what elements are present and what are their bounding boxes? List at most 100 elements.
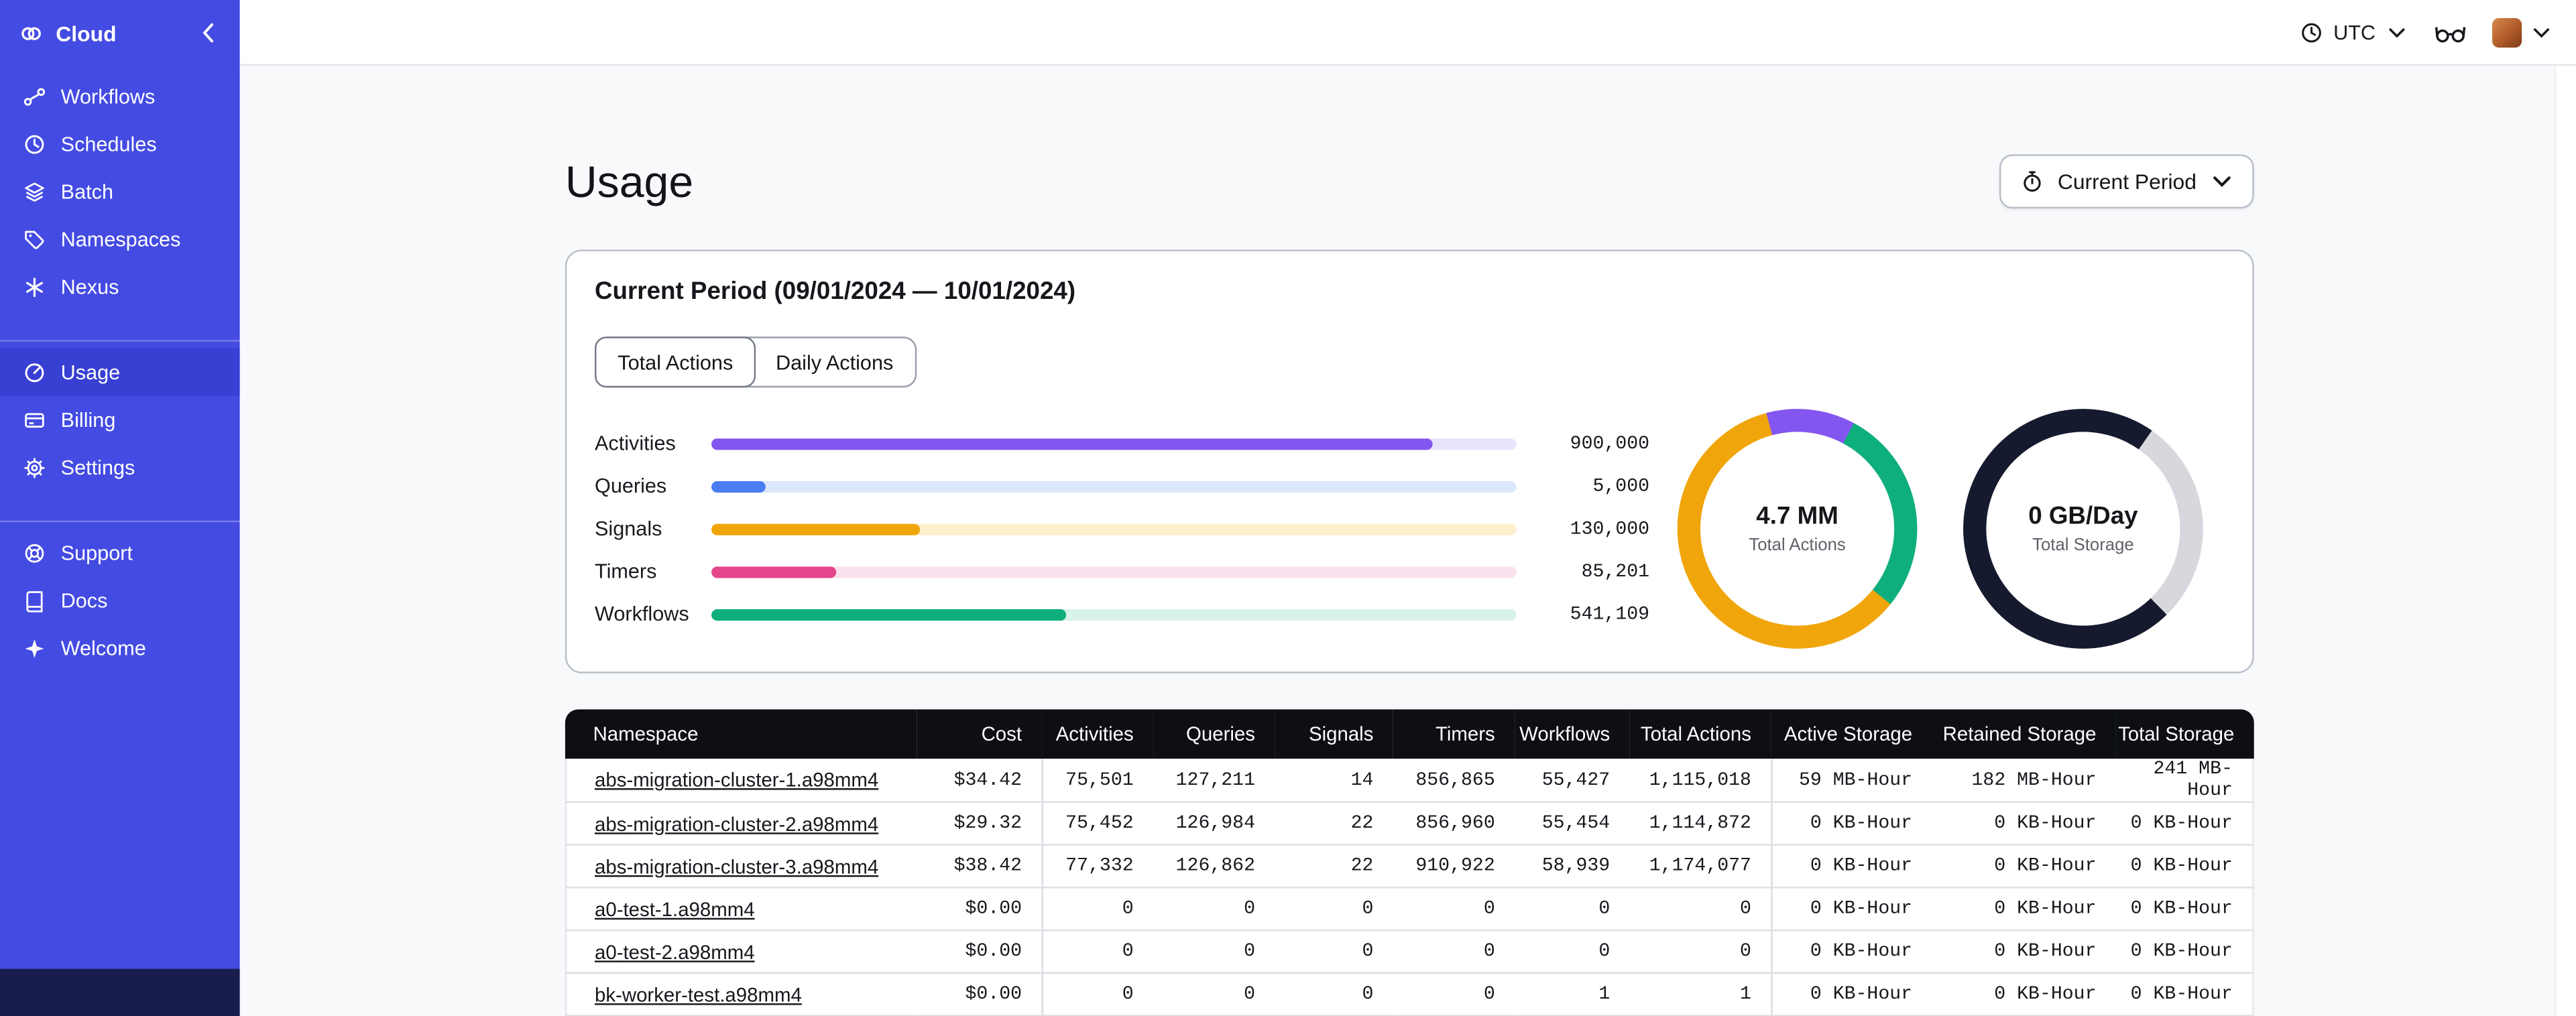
sidebar-item-label: Schedules — [60, 132, 157, 155]
sidebar-item-usage[interactable]: Usage — [0, 348, 240, 396]
clock-icon — [2300, 21, 2323, 44]
cell-total-storage: 0 KB-Hour — [2115, 803, 2254, 846]
col-total-actions: Total Actions — [1629, 709, 1771, 759]
cell-active-storage: 0 KB-Hour — [1771, 974, 1932, 1016]
bar-fill-workflows — [711, 608, 1066, 620]
col-total-storage: Total Storage — [2115, 709, 2254, 759]
bar-fill-queries — [711, 480, 766, 492]
sidebar-item-welcome[interactable]: Welcome — [0, 624, 240, 672]
bar-label: Activities — [594, 432, 676, 455]
tab-daily-actions[interactable]: Daily Actions — [754, 338, 915, 386]
cell-activities: 0 — [1041, 974, 1154, 1016]
support-lifebuoy-icon — [23, 541, 46, 564]
timezone-selector[interactable]: UTC — [2300, 21, 2408, 44]
settings-gear-icon — [23, 456, 46, 479]
sidebar-item-docs[interactable]: Docs — [0, 576, 240, 624]
bar-value: 900,000 — [1570, 432, 1650, 454]
cell-workflows: 58,939 — [1515, 845, 1630, 889]
period-selector-label: Current Period — [2057, 169, 2197, 194]
table-header-row: Namespace Cost Activities Queries Signal… — [565, 709, 2254, 759]
sidebar-item-support[interactable]: Support — [0, 529, 240, 576]
nexus-asterisk-icon — [23, 275, 46, 298]
cell-queries: 126,984 — [1153, 803, 1275, 846]
usage-gauge-icon — [23, 361, 46, 383]
tab-total-actions[interactable]: Total Actions — [594, 336, 756, 388]
cell-timers: 0 — [1393, 888, 1515, 932]
cell-total-actions: 0 — [1629, 888, 1771, 932]
actions-tab-group: Total Actions Daily Actions — [594, 336, 917, 388]
avatar — [2492, 17, 2522, 47]
sidebar-item-namespaces[interactable]: Namespaces — [0, 215, 240, 263]
stopwatch-icon — [2022, 170, 2044, 193]
current-period-card: Current Period (09/01/2024 — 10/01/2024)… — [565, 249, 2254, 674]
namespace-link[interactable]: bk-worker-test.a98mm4 — [595, 982, 802, 1005]
sidebar-item-batch[interactable]: Batch — [0, 168, 240, 215]
donut-value: 4.7 MM — [1756, 502, 1838, 531]
cell-total-actions: 1,115,018 — [1629, 759, 1771, 804]
cell-retained-storage: 0 KB-Hour — [1932, 888, 2116, 932]
cell-queries: 126,862 — [1153, 845, 1275, 889]
cell-activities: 77,332 — [1041, 845, 1154, 889]
glasses-icon[interactable] — [2435, 21, 2466, 44]
period-selector-button[interactable]: Current Period — [2000, 154, 2254, 209]
cell-active-storage: 0 KB-Hour — [1771, 888, 1932, 932]
actions-bar-chart: Activities 900,000 Queries 5,000 Signals… — [595, 422, 1649, 636]
sidebar-footer[interactable] — [0, 968, 240, 1016]
sidebar-item-label: Workflows — [60, 84, 156, 108]
chevron-down-icon — [2386, 21, 2408, 44]
timezone-label: UTC — [2333, 20, 2376, 44]
chevron-down-icon — [2530, 21, 2553, 44]
sidebar-item-settings[interactable]: Settings — [0, 444, 240, 491]
table-row: a0-test-1.a98mm4 $0.00 0 0 0 0 0 0 0 KB-… — [565, 888, 2254, 932]
bar-value: 5,000 — [1592, 475, 1650, 497]
bar-label: Workflows — [594, 602, 689, 626]
cell-workflows: 55,454 — [1515, 803, 1630, 846]
bar-track — [711, 480, 1517, 492]
namespace-link[interactable]: abs-migration-cluster-1.a98mm4 — [595, 769, 878, 791]
docs-book-icon — [23, 588, 46, 612]
sidebar-item-label: Batch — [60, 180, 113, 203]
namespace-link[interactable]: abs-migration-cluster-2.a98mm4 — [595, 812, 878, 835]
user-menu[interactable] — [2492, 17, 2553, 47]
cell-total-storage: 0 KB-Hour — [2115, 888, 2254, 932]
cell-total-actions: 1,114,872 — [1629, 803, 1771, 846]
cell-total-storage: 0 KB-Hour — [2115, 974, 2254, 1016]
sidebar-item-label: Billing — [60, 407, 116, 432]
cell-retained-storage: 0 KB-Hour — [1932, 974, 2116, 1016]
sidebar-item-label: Settings — [60, 455, 135, 479]
col-active-storage: Active Storage — [1771, 709, 1932, 759]
bar-track — [711, 523, 1517, 535]
scrollbar-gutter[interactable] — [2555, 66, 2576, 1016]
cell-workflows: 1 — [1515, 974, 1630, 1016]
namespace-usage-table: Namespace Cost Activities Queries Signal… — [565, 709, 2254, 1016]
sidebar-item-workflows[interactable]: Workflows — [0, 72, 240, 120]
cell-timers: 0 — [1393, 974, 1515, 1016]
sidebar-item-billing[interactable]: Billing — [0, 396, 240, 444]
batch-layers-icon — [23, 180, 46, 202]
donut-label: Total Actions — [1749, 535, 1846, 556]
bar-fill-activities — [711, 437, 1432, 450]
sidebar-item-label: Welcome — [60, 636, 146, 659]
sidebar-item-label: Usage — [60, 360, 121, 384]
table-row: abs-migration-cluster-1.a98mm4 $34.42 75… — [565, 759, 2254, 804]
cell-retained-storage: 182 MB-Hour — [1932, 759, 2116, 804]
bar-track — [711, 608, 1517, 620]
namespace-link[interactable]: a0-test-1.a98mm4 — [595, 897, 755, 920]
cell-cost: $0.00 — [917, 931, 1042, 974]
cell-signals: 0 — [1275, 931, 1393, 974]
card-title: Current Period (09/01/2024 — 10/01/2024) — [594, 277, 1076, 306]
bar-track — [711, 437, 1517, 450]
sidebar-item-schedules[interactable]: Schedules — [0, 120, 240, 168]
donut-center: 4.7 MM Total Actions — [1700, 432, 1895, 626]
page-title: Usage — [565, 157, 694, 207]
cell-total-storage: 0 KB-Hour — [2115, 931, 2254, 974]
sidebar-collapse-button[interactable] — [197, 21, 220, 44]
app-window: Cloud Workflows Schedules Batch Namespac… — [0, 0, 2576, 1016]
namespace-link[interactable]: a0-test-2.a98mm4 — [595, 940, 755, 963]
cell-activities: 75,501 — [1041, 759, 1154, 804]
col-namespace: Namespace — [565, 709, 917, 759]
sidebar-item-nexus[interactable]: Nexus — [0, 263, 240, 310]
cell-workflows: 55,427 — [1515, 759, 1630, 804]
namespace-link[interactable]: abs-migration-cluster-3.a98mm4 — [595, 854, 878, 877]
cell-retained-storage: 0 KB-Hour — [1932, 931, 2116, 974]
